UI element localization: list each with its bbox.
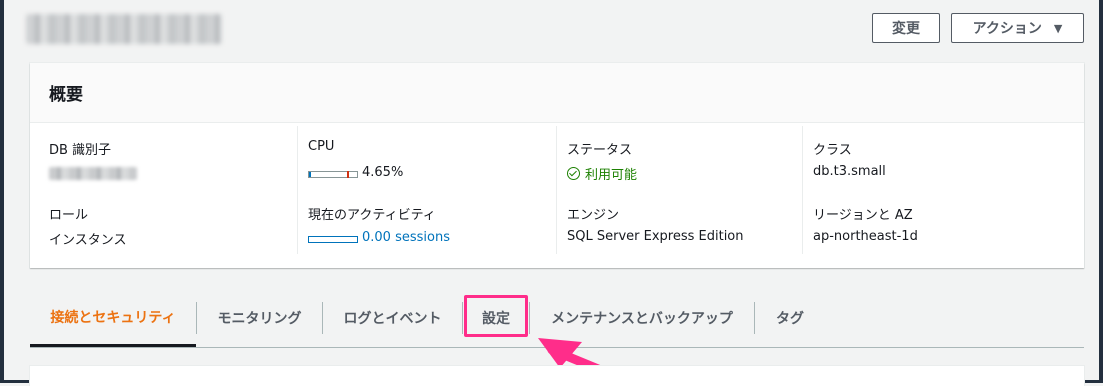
db-instance-title-redacted bbox=[26, 14, 222, 44]
caret-down-icon: ▼ bbox=[1053, 21, 1063, 35]
summary-column-cpu: CPU 4.65% 現在のアクティビティ 0.00 sessions bbox=[297, 126, 556, 254]
cpu-usage-bar bbox=[308, 171, 358, 178]
role-label: ロール bbox=[49, 208, 89, 223]
tab-connectivity-security[interactable]: 接続とセキュリティ bbox=[30, 290, 196, 347]
check-circle-icon bbox=[567, 167, 580, 180]
tab-tags[interactable]: タグ bbox=[755, 290, 825, 346]
tab-logs-events[interactable]: ログとイベント bbox=[323, 290, 462, 346]
summary-panel: 概要 DB 識別子 ロール インスタンス CPU 4.65% 現在のアクティビテ… bbox=[30, 63, 1084, 268]
region-az-value: ap-northeast-1d bbox=[813, 229, 918, 244]
cpu-usage-bar-fill bbox=[309, 172, 312, 177]
tab-monitoring[interactable]: モニタリング bbox=[197, 290, 322, 346]
change-button[interactable]: 変更 bbox=[872, 13, 940, 43]
role-value: インスタンス bbox=[49, 233, 127, 248]
region-az-label: リージョンと AZ bbox=[813, 208, 913, 223]
sessions-bar bbox=[308, 236, 358, 243]
summary-column-class: クラス db.t3.small リージョンと AZ ap-northeast-1… bbox=[802, 126, 1072, 254]
sessions-link[interactable]: 0.00 sessions bbox=[362, 230, 450, 245]
class-value: db.t3.small bbox=[813, 164, 886, 179]
status-label: ステータス bbox=[567, 143, 633, 158]
cpu-value: 4.65% bbox=[362, 165, 404, 180]
window-frame-left bbox=[0, 0, 4, 383]
status-value: 利用可能 bbox=[567, 164, 637, 183]
configuration-tab-highlight bbox=[464, 295, 528, 337]
actions-dropdown-button[interactable]: アクション ▼ bbox=[951, 13, 1084, 43]
status-value-text: 利用可能 bbox=[585, 168, 638, 183]
cpu-threshold-marker bbox=[347, 171, 349, 178]
db-identifier-value-redacted bbox=[49, 167, 137, 180]
summary-column-status: ステータス 利用可能 エンジン SQL Server Express Editi… bbox=[556, 126, 802, 254]
class-label: クラス bbox=[813, 143, 852, 158]
tab-content-panel bbox=[30, 366, 1084, 386]
summary-panel-title: 概要 bbox=[30, 63, 1084, 123]
summary-column-identifier: DB 識別子 ロール インスタンス bbox=[40, 126, 297, 254]
current-activity-label: 現在のアクティビティ bbox=[308, 208, 436, 223]
engine-label: エンジン bbox=[567, 208, 620, 223]
cpu-label: CPU bbox=[308, 139, 335, 154]
db-identifier-label: DB 識別子 bbox=[49, 143, 112, 158]
window-frame-right bbox=[1099, 0, 1103, 383]
engine-value: SQL Server Express Edition bbox=[567, 229, 744, 244]
change-button-label: 変更 bbox=[892, 21, 920, 37]
actions-button-label: アクション bbox=[972, 21, 1042, 37]
